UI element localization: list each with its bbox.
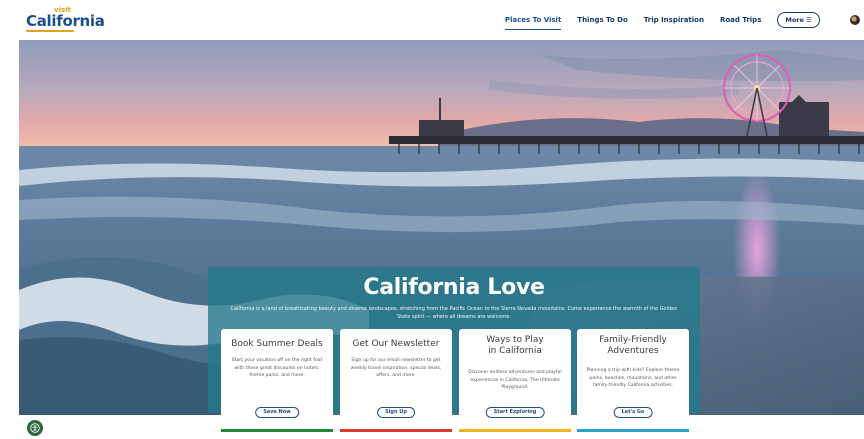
accessibility-icon xyxy=(30,423,40,433)
accessibility-button[interactable] xyxy=(27,420,43,436)
card-accent-bar xyxy=(459,429,571,432)
card-accent-bar xyxy=(577,429,689,432)
start-exploring-button[interactable]: Start Exploring xyxy=(485,407,545,418)
logo-underline xyxy=(26,30,74,32)
hero-title: California Love xyxy=(363,275,545,300)
card-title: Book Summer Deals xyxy=(231,339,323,349)
card-text: Discover endless adventures and playful … xyxy=(468,370,562,390)
sign-up-button[interactable]: Sign Up xyxy=(377,407,415,418)
nav-things-to-do[interactable]: Things To Do xyxy=(577,12,627,28)
card-family-adventures[interactable]: Family-Friendly Adventures Planning a tr… xyxy=(577,329,689,432)
hero-description: California is a land of breathtaking bea… xyxy=(230,306,678,320)
nav-trip-inspiration[interactable]: Trip Inspiration xyxy=(644,12,704,28)
logo-california-text: California xyxy=(26,12,105,30)
card-accent-bar xyxy=(221,429,333,432)
site-logo[interactable]: visit California xyxy=(26,7,105,32)
more-menu-button[interactable]: More ☰ xyxy=(777,12,820,28)
card-accent-bar xyxy=(340,429,452,432)
lets-go-button[interactable]: Let's Go xyxy=(613,407,653,418)
site-header: visit California Places To Visit Things … xyxy=(0,0,864,40)
nav-road-trips[interactable]: Road Trips xyxy=(720,12,761,28)
card-ways-to-play[interactable]: Ways to Play in California Discover endl… xyxy=(459,329,571,432)
card-text: Start your vacation off on the right foo… xyxy=(231,358,323,378)
nav-places-to-visit[interactable]: Places To Visit xyxy=(504,12,562,30)
user-avatar-icon[interactable] xyxy=(850,15,860,25)
card-title: Ways to Play in California xyxy=(486,335,544,356)
card-newsletter[interactable]: Get Our Newsletter Sign up for our email… xyxy=(340,329,452,432)
card-text: Planning a trip with kids? Explore theme… xyxy=(586,368,680,388)
card-title: Get Our Newsletter xyxy=(352,339,440,349)
save-now-button[interactable]: Save Now xyxy=(255,407,299,418)
card-summer-deals[interactable]: Book Summer Deals Start your vacation of… xyxy=(221,329,333,432)
card-title: Family-Friendly Adventures xyxy=(599,335,667,356)
main-nav: Places To Visit Things To Do Trip Inspir… xyxy=(504,0,820,40)
card-text: Sign up for our email newsletter to get … xyxy=(350,358,442,378)
